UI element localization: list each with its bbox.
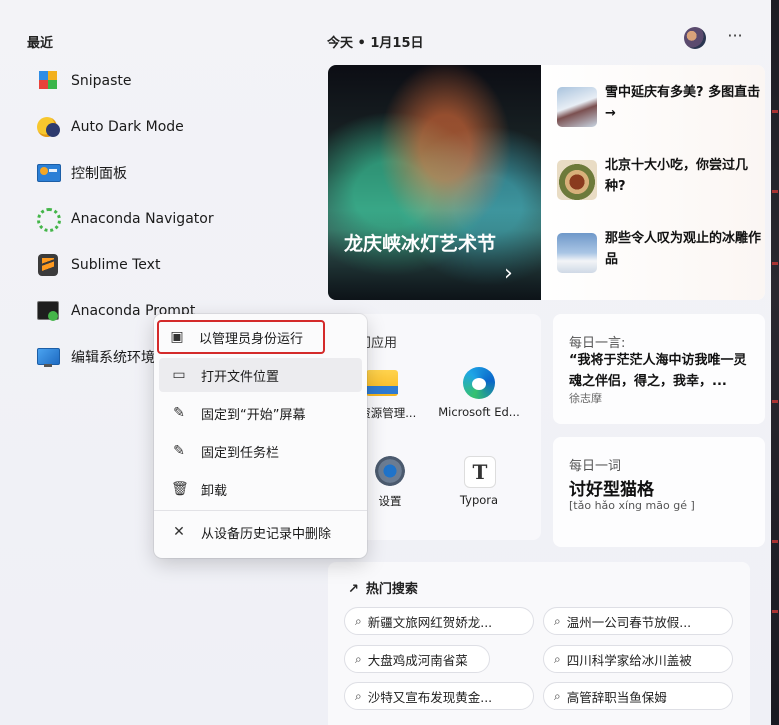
hot-search-text: 大盘鸡成河南省菜 bbox=[367, 652, 468, 668]
hot-search-text: 四川科学家给冰川盖被 bbox=[566, 652, 692, 668]
search-icon: ⌕ bbox=[554, 688, 561, 703]
hot-search-label: 热门搜索 bbox=[365, 582, 418, 597]
recent-item-label: 控制面板 bbox=[71, 166, 127, 182]
hot-search-title: ↗ 热门搜索 bbox=[348, 578, 418, 597]
recent-item-label: 编辑系统环境 bbox=[71, 350, 155, 366]
anaconda-navigator-icon bbox=[36, 207, 61, 232]
hot-search-chip[interactable]: ⌕ 高管辞职当鱼保姆 bbox=[543, 682, 733, 710]
edge-icon bbox=[462, 366, 496, 400]
snipaste-icon bbox=[36, 69, 60, 93]
app-edge[interactable]: Microsoft Ed... bbox=[429, 366, 529, 419]
menu-item-run-as-admin[interactable]: ▣ 以管理员身份运行 bbox=[157, 320, 325, 354]
chevron-right-icon[interactable]: › bbox=[504, 261, 513, 286]
hot-search-chip[interactable]: ⌕ 大盘鸡成河南省菜 bbox=[344, 645, 490, 673]
recent-item-label: Snipaste bbox=[71, 73, 132, 89]
menu-item-label: 固定到任务栏 bbox=[201, 445, 280, 461]
menu-item-label: 打开文件位置 bbox=[201, 369, 280, 385]
hot-search-text: 高管辞职当鱼保姆 bbox=[566, 689, 667, 705]
menu-item-label: 卸载 bbox=[201, 483, 228, 499]
news-item[interactable]: 北京十大小吃，你尝过几种? bbox=[557, 155, 762, 203]
daily-quote-text: “我将于茫茫人海中访我唯一灵魂之伴侣，得之，我幸，... bbox=[569, 353, 747, 389]
recent-item-control-panel[interactable]: 控制面板 bbox=[36, 158, 127, 188]
hot-search-chip[interactable]: ⌕ 四川科学家给冰川盖被 bbox=[543, 645, 733, 673]
recent-item-anaconda-navigator[interactable]: Anaconda Navigator bbox=[36, 204, 214, 234]
system-environment-icon bbox=[36, 345, 60, 369]
shield-run-icon: ▣ bbox=[170, 329, 184, 345]
recent-item-system-environment[interactable]: 编辑系统环境 bbox=[36, 342, 155, 372]
anaconda-prompt-icon bbox=[36, 299, 60, 323]
recent-title: 最近 bbox=[27, 36, 54, 51]
more-options-button[interactable]: ··· bbox=[724, 26, 746, 48]
hot-search-chip[interactable]: ⌕ 温州一公司春节放假... bbox=[543, 607, 733, 635]
news-headline[interactable]: 北京十大小吃，你尝过几种? bbox=[605, 155, 763, 197]
auto-dark-mode-icon bbox=[36, 115, 60, 139]
recent-item-auto-dark-mode[interactable]: Auto Dark Mode bbox=[36, 112, 184, 142]
menu-item-pin-to-taskbar[interactable]: ✎ 固定到任务栏 bbox=[159, 434, 362, 468]
typora-icon: T bbox=[462, 454, 496, 488]
sublime-text-icon bbox=[36, 253, 60, 277]
news-thumb bbox=[557, 87, 597, 127]
hot-search-chip[interactable]: ⌕ 沙特又宣布发现黄金... bbox=[344, 682, 534, 710]
settings-gear-icon bbox=[373, 454, 407, 488]
news-item[interactable]: 雪中延庆有多美? 多图直击→ bbox=[557, 82, 762, 130]
menu-item-pin-to-start[interactable]: ✎ 固定到“开始”屏幕 bbox=[159, 396, 362, 430]
app-typora[interactable]: T Typora bbox=[429, 454, 529, 507]
daily-word-card[interactable]: 每日一词 讨好型猫格 [tǎo hǎo xíng māo gé ] bbox=[553, 437, 765, 547]
news-thumb bbox=[557, 160, 597, 200]
menu-item-label: 从设备历史记录中删除 bbox=[201, 526, 332, 542]
search-icon: ⌕ bbox=[355, 613, 362, 628]
today-date: 今天 • 1月15日 bbox=[327, 36, 424, 51]
search-icon: ⌕ bbox=[355, 651, 362, 666]
avatar[interactable] bbox=[684, 27, 706, 49]
app-label: Microsoft Ed... bbox=[438, 405, 520, 419]
hot-search-card: ↗ 热门搜索 ⌕ 新疆文旅网红贺娇龙... ⌕ 温州一公司春节放假... ⌕ 大盘鸡成河… bbox=[328, 562, 750, 725]
app-label: Typora bbox=[459, 493, 499, 507]
news-item[interactable]: 那些令人叹为观止的冰雕作品 bbox=[557, 228, 762, 276]
menu-separator bbox=[154, 510, 367, 511]
start-menu-panel: 最近 Snipaste Auto Dark Mode 控制面板 Anaconda… bbox=[0, 0, 779, 725]
menu-item-uninstall[interactable]: 🗑 卸载 bbox=[159, 472, 362, 506]
hot-search-text: 沙特又宣布发现黄金... bbox=[367, 689, 493, 705]
file-explorer-icon bbox=[365, 366, 399, 400]
folder-icon: ▭ bbox=[172, 367, 186, 383]
daily-quote-card[interactable]: 每日一言: “我将于茫茫人海中访我唯一灵魂之伴侣，得之，我幸，... 徐志摩 bbox=[553, 314, 765, 424]
news-headline[interactable]: 那些令人叹为观止的冰雕作品 bbox=[605, 228, 763, 270]
news-list: 雪中延庆有多美? 多图直击→ 北京十大小吃，你尝过几种? 那些令人叹为观止的冰雕… bbox=[541, 65, 765, 300]
news-hero-title[interactable]: 龙庆峡冰灯艺术节 bbox=[344, 230, 504, 258]
menu-item-label: 以管理员身份运行 bbox=[199, 331, 304, 347]
recent-item-sublime-text[interactable]: Sublime Text bbox=[36, 250, 160, 280]
daily-word-caption: 每日一词 bbox=[569, 459, 622, 474]
news-headline[interactable]: 雪中延庆有多美? 多图直击→ bbox=[605, 82, 763, 124]
menu-item-remove-from-history[interactable]: ✕ 从设备历史记录中删除 bbox=[159, 515, 362, 549]
trending-arrow-icon: ↗ bbox=[348, 582, 359, 597]
daily-word-pinyin: [tǎo hǎo xíng māo gé ] bbox=[569, 499, 695, 512]
recent-item-snipaste[interactable]: Snipaste bbox=[36, 66, 132, 96]
news-thumb bbox=[557, 233, 597, 273]
daily-word: 讨好型猫格 bbox=[569, 480, 654, 500]
pin-taskbar-icon: ✎ bbox=[173, 443, 185, 459]
menu-item-label: 固定到“开始”屏幕 bbox=[201, 407, 306, 423]
news-card[interactable]: 龙庆峡冰灯艺术节 › 雪中延庆有多美? 多图直击→ 北京十大小吃，你尝过几种? … bbox=[328, 65, 765, 300]
pin-icon: ✎ bbox=[173, 405, 185, 421]
menu-item-open-file-location[interactable]: ▭ 打开文件位置 bbox=[159, 358, 362, 392]
daily-quote-caption: 每日一言: bbox=[569, 336, 626, 351]
trash-icon: 🗑 bbox=[171, 481, 189, 497]
desktop-background-strip bbox=[771, 0, 779, 725]
hot-search-text: 新疆文旅网红贺娇龙... bbox=[367, 614, 493, 630]
search-icon: ⌕ bbox=[554, 613, 561, 628]
recent-item-label: Anaconda Navigator bbox=[71, 211, 214, 227]
hot-search-text: 温州一公司春节放假... bbox=[566, 614, 692, 630]
close-icon: ✕ bbox=[173, 524, 185, 540]
search-icon: ⌕ bbox=[554, 651, 561, 666]
recent-item-label: Sublime Text bbox=[71, 257, 161, 273]
hot-search-chip[interactable]: ⌕ 新疆文旅网红贺娇龙... bbox=[344, 607, 534, 635]
search-icon: ⌕ bbox=[355, 688, 362, 703]
control-panel-icon bbox=[36, 161, 61, 185]
context-menu: ▣ 以管理员身份运行 ▭ 打开文件位置 ✎ 固定到“开始”屏幕 ✎ 固定到任务栏… bbox=[154, 314, 367, 558]
daily-quote-author: 徐志摩 bbox=[569, 392, 602, 405]
recent-item-label: Auto Dark Mode bbox=[71, 119, 184, 135]
